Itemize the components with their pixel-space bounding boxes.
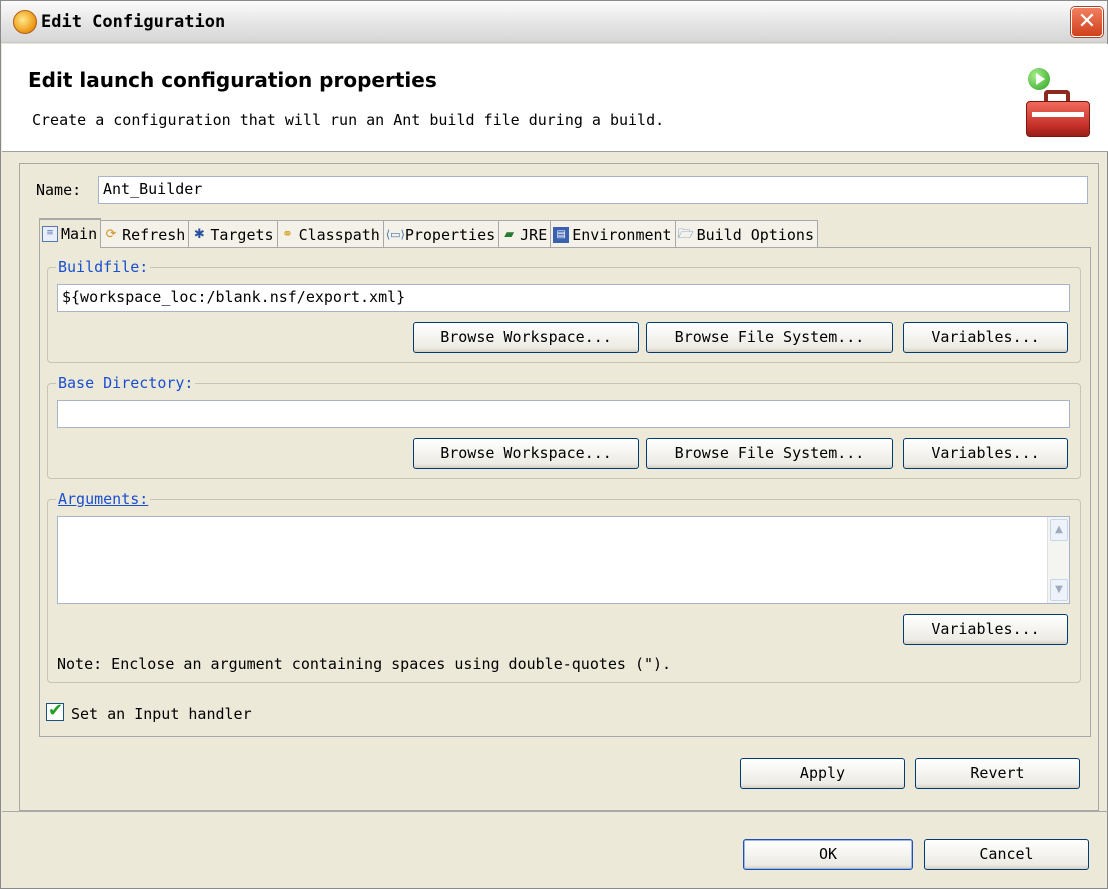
tab-main-label: Main bbox=[61, 225, 98, 243]
checkmark-icon: ✔ bbox=[48, 700, 64, 721]
name-input[interactable]: Ant_Builder bbox=[98, 176, 1088, 204]
title-bar: Edit Configuration ✕ bbox=[1, 1, 1107, 43]
tab-classpath[interactable]: ⚭ Classpath bbox=[276, 220, 384, 248]
input-handler-checkbox[interactable]: ✔ bbox=[46, 700, 64, 721]
base-directory-input[interactable] bbox=[57, 400, 1070, 428]
window-title: Edit Configuration bbox=[41, 12, 226, 32]
name-label: Name: bbox=[36, 181, 82, 199]
tab-refresh[interactable]: ⟳ Refresh bbox=[100, 220, 190, 248]
tab-environment[interactable]: ▤ Environment bbox=[550, 220, 676, 248]
classpath-icon: ⚭ bbox=[282, 226, 294, 242]
bottom-separator bbox=[2, 811, 1108, 812]
properties-icon: ⟨▭⟩ bbox=[385, 227, 405, 241]
tab-targets[interactable]: ✱ Targets bbox=[188, 220, 278, 248]
tab-build-options[interactable]: 🗁 Build Options bbox=[674, 220, 818, 248]
tab-properties[interactable]: ⟨▭⟩ Properties bbox=[382, 220, 500, 248]
scroll-down-arrow-icon[interactable]: ▼ bbox=[1050, 579, 1068, 601]
environment-icon: ▤ bbox=[553, 226, 570, 243]
buildfile-browse-filesystem-button[interactable]: Browse File System... bbox=[646, 322, 893, 353]
base-directory-browse-filesystem-button[interactable]: Browse File System... bbox=[646, 438, 893, 469]
tab-build-options-label: Build Options bbox=[696, 225, 814, 244]
header-banner: Edit launch configuration properties Cre… bbox=[2, 44, 1108, 152]
scroll-up-arrow-icon[interactable]: ▲ bbox=[1050, 519, 1068, 541]
ok-button[interactable]: OK bbox=[743, 839, 913, 870]
tab-targets-label: Targets bbox=[210, 225, 274, 244]
arguments-textarea[interactable]: ▲ ▼ bbox=[57, 516, 1070, 604]
arguments-scrollbar[interactable]: ▲ ▼ bbox=[1047, 517, 1069, 603]
buildfile-input[interactable]: ${workspace_loc:/blank.nsf/export.xml} bbox=[57, 284, 1070, 312]
banner-title: Edit launch configuration properties bbox=[28, 68, 437, 92]
tab-classpath-label: Classpath bbox=[298, 225, 380, 244]
tab-refresh-label: Refresh bbox=[122, 225, 186, 244]
base-directory-browse-workspace-button[interactable]: Browse Workspace... bbox=[413, 438, 639, 469]
tab-bar: ≡ Main ⟳ Refresh ✱ Targets ⚭ Classpath ⟨… bbox=[39, 218, 818, 248]
tab-environment-label: Environment bbox=[572, 225, 672, 244]
close-button[interactable]: ✕ bbox=[1071, 7, 1103, 37]
cancel-button[interactable]: Cancel bbox=[924, 839, 1089, 870]
tab-main[interactable]: ≡ Main bbox=[39, 218, 102, 248]
tab-jre[interactable]: ▰ JRE bbox=[498, 220, 552, 248]
targets-icon: ✱ bbox=[193, 226, 205, 242]
apply-button[interactable]: Apply bbox=[740, 758, 905, 789]
toolbox-icon bbox=[1022, 68, 1094, 140]
arguments-variables-button[interactable]: Variables... bbox=[903, 614, 1068, 645]
revert-button[interactable]: Revert bbox=[915, 758, 1080, 789]
tab-jre-label: JRE bbox=[520, 225, 548, 244]
jre-icon: ▰ bbox=[504, 226, 515, 242]
banner-description: Create a configuration that will run an … bbox=[32, 111, 665, 129]
folder-icon: 🗁 bbox=[677, 226, 694, 242]
base-directory-variables-button[interactable]: Variables... bbox=[903, 438, 1068, 469]
tab-properties-label: Properties bbox=[404, 225, 496, 244]
app-icon bbox=[13, 10, 37, 34]
edit-configuration-dialog: Edit Configuration ✕ Edit launch configu… bbox=[0, 0, 1108, 889]
buildfile-variables-button[interactable]: Variables... bbox=[903, 322, 1068, 353]
buildfile-browse-workspace-button[interactable]: Browse Workspace... bbox=[413, 322, 639, 353]
arguments-note: Note: Enclose an argument containing spa… bbox=[57, 655, 672, 673]
base-directory-label: Base Directory: bbox=[56, 374, 196, 392]
arguments-label: Arguments: bbox=[56, 490, 151, 508]
buildfile-label: Buildfile: bbox=[56, 258, 151, 276]
input-handler-label: Set an Input handler bbox=[71, 705, 252, 723]
refresh-icon: ⟳ bbox=[105, 226, 117, 242]
play-icon bbox=[1028, 68, 1050, 90]
main-tab-icon: ≡ bbox=[42, 226, 58, 242]
